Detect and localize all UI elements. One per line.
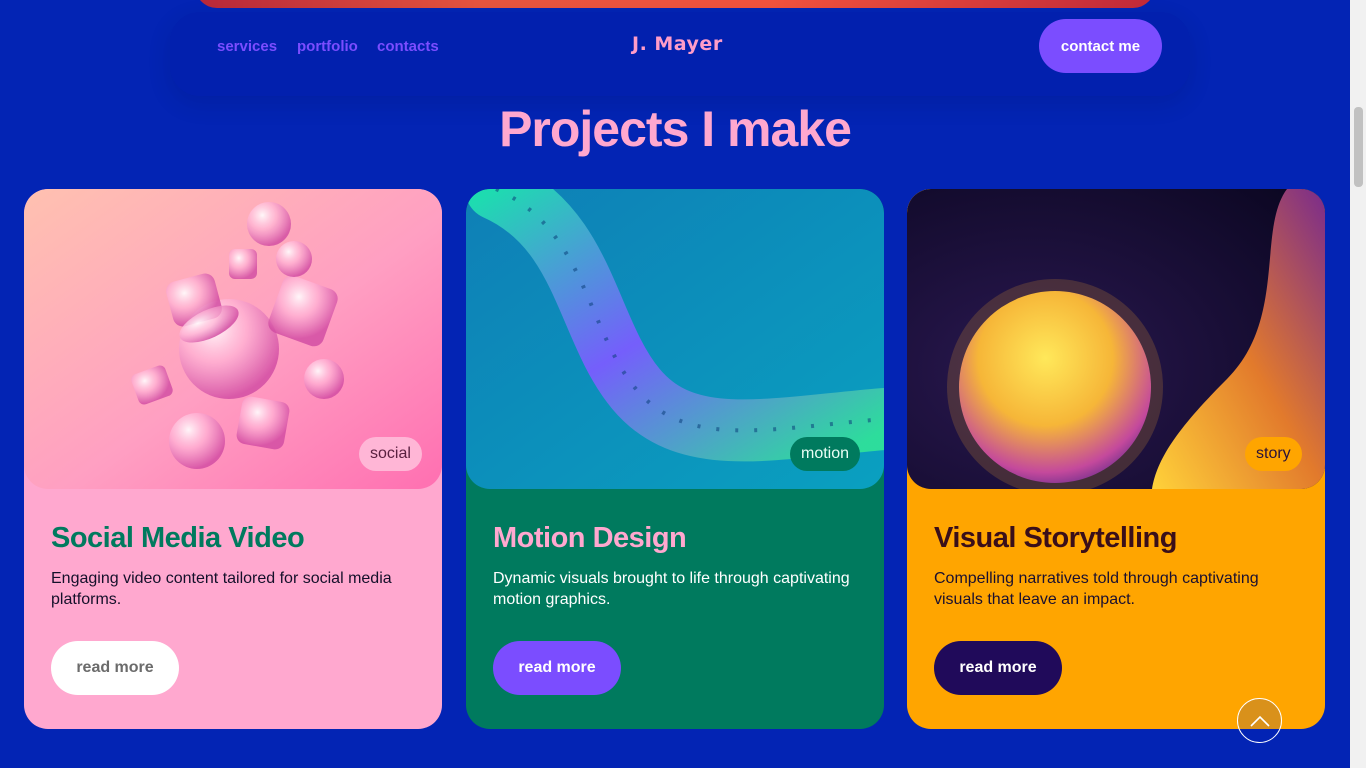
read-more-button[interactable]: read more [934, 641, 1062, 695]
project-card-social: social Social Media Video Engaging video… [24, 189, 442, 729]
nav-link-portfolio[interactable]: portfolio [297, 38, 358, 55]
card-title: Visual Storytelling [934, 522, 1177, 554]
vertical-scrollbar[interactable] [1350, 0, 1366, 768]
card-title: Motion Design [493, 522, 687, 554]
tag-social: social [359, 437, 422, 471]
section-title: Projects I make [499, 101, 852, 157]
scrollbar-thumb[interactable] [1354, 107, 1363, 187]
card-description: Compelling narratives told through capti… [934, 570, 1259, 608]
read-more-button[interactable]: read more [493, 641, 621, 695]
tag-story: story [1245, 437, 1302, 471]
project-card-motion: motion Motion Design Dynamic visuals bro… [466, 189, 884, 729]
read-more-button[interactable]: read more [51, 641, 179, 695]
chevron-up-icon [1249, 715, 1270, 727]
contact-me-button[interactable]: contact me [1039, 19, 1162, 73]
card-title: Social Media Video [51, 522, 305, 554]
card-description: Engaging video content tailored for soci… [51, 570, 392, 608]
logo[interactable]: J. Mayer [632, 33, 723, 55]
card-description: Dynamic visuals brought to life through … [493, 570, 850, 608]
nav-link-contacts[interactable]: contacts [377, 38, 439, 55]
hero-image-bottom-edge [195, 0, 1155, 8]
scroll-to-top-button[interactable] [1237, 698, 1282, 743]
nav-link-services[interactable]: services [217, 38, 277, 55]
project-card-story: story Visual Storytelling Compelling nar… [907, 189, 1325, 729]
tag-motion: motion [790, 437, 861, 471]
